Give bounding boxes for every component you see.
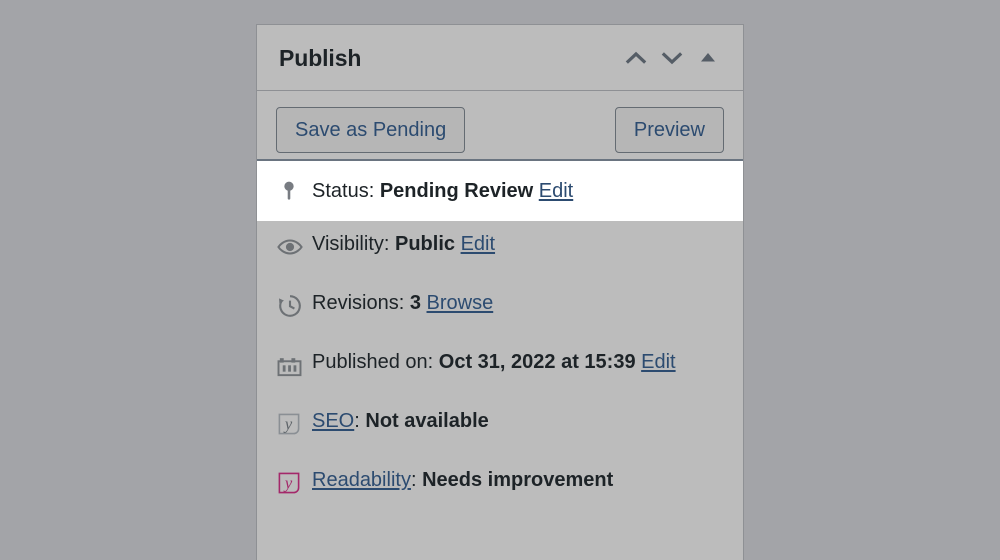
- revisions-count: 3: [409, 292, 421, 314]
- misc-row-revisions[interactable]: Revisions: 3 Browse: [257, 280, 743, 339]
- seo-separator: :: [354, 410, 360, 432]
- status-value: Pending Review: [379, 179, 534, 202]
- misc-row-seo-text: SEO: Not available: [310, 398, 724, 435]
- visibility-value: Public: [395, 233, 456, 255]
- panel-header-controls: [618, 25, 726, 90]
- misc-row-status-text: Status: Pending Review Edit: [310, 177, 724, 205]
- status-edit-link[interactable]: Edit: [539, 180, 573, 202]
- misc-row-visibility[interactable]: Visibility: Public Edit: [257, 221, 743, 280]
- misc-row-seo[interactable]: y SEO: Not available: [257, 398, 743, 457]
- published-on-value: Oct 31, 2022 at 15:39: [438, 351, 636, 373]
- status-label: Status:: [312, 179, 375, 202]
- revisions-clock-icon: [276, 291, 310, 321]
- misc-row-readability[interactable]: y Readability: Needs improvement: [257, 457, 743, 516]
- readability-link[interactable]: Readability: [312, 469, 411, 491]
- screen-root: Publish Save as Pending Preview Status: …: [0, 0, 1000, 560]
- published-on-label: Published on:: [312, 351, 434, 373]
- svg-text:y: y: [283, 473, 293, 492]
- misc-row-visibility-text: Visibility: Public Edit: [310, 221, 724, 258]
- revisions-label: Revisions:: [312, 292, 405, 314]
- publish-metabox-panel: Publish Save as Pending Preview Status: …: [256, 24, 744, 560]
- readability-separator: :: [410, 469, 417, 491]
- visibility-label: Visibility:: [312, 233, 390, 255]
- move-up-icon[interactable]: [618, 38, 654, 78]
- move-down-icon[interactable]: [654, 38, 690, 78]
- toggle-panel-icon[interactable]: [690, 38, 726, 78]
- misc-row-status[interactable]: Status: Pending Review Edit: [257, 159, 743, 221]
- visibility-eye-icon: [276, 232, 310, 262]
- published-on-edit-link[interactable]: Edit: [641, 351, 675, 373]
- preview-button[interactable]: Preview: [614, 107, 724, 153]
- yoast-readability-icon-red: y: [276, 468, 310, 498]
- misc-row-readability-text: Readability: Needs improvement: [310, 457, 724, 494]
- seo-value: Not available: [365, 410, 489, 432]
- panel-header: Publish: [257, 25, 743, 91]
- misc-row-published-on[interactable]: Published on: Oct 31, 2022 at 15:39 Edit: [257, 339, 743, 398]
- visibility-edit-link[interactable]: Edit: [461, 233, 495, 255]
- post-status-pin-icon: [276, 176, 310, 206]
- misc-publishing-actions: Status: Pending Review Edit Visibility: …: [257, 159, 743, 516]
- misc-row-published-on-text: Published on: Oct 31, 2022 at 15:39 Edit: [310, 339, 724, 376]
- save-as-pending-button[interactable]: Save as Pending: [276, 107, 466, 153]
- publish-actions-row: Save as Pending Preview: [257, 91, 743, 159]
- page-title: Publish: [279, 45, 362, 71]
- yoast-seo-icon-gray: y: [276, 409, 310, 439]
- readability-value: Needs improvement: [422, 469, 614, 491]
- seo-link[interactable]: SEO: [312, 410, 354, 432]
- calendar-icon: [276, 350, 310, 380]
- svg-text:y: y: [283, 414, 293, 433]
- revisions-browse-link[interactable]: Browse: [427, 292, 494, 314]
- misc-row-revisions-text: Revisions: 3 Browse: [310, 280, 724, 317]
